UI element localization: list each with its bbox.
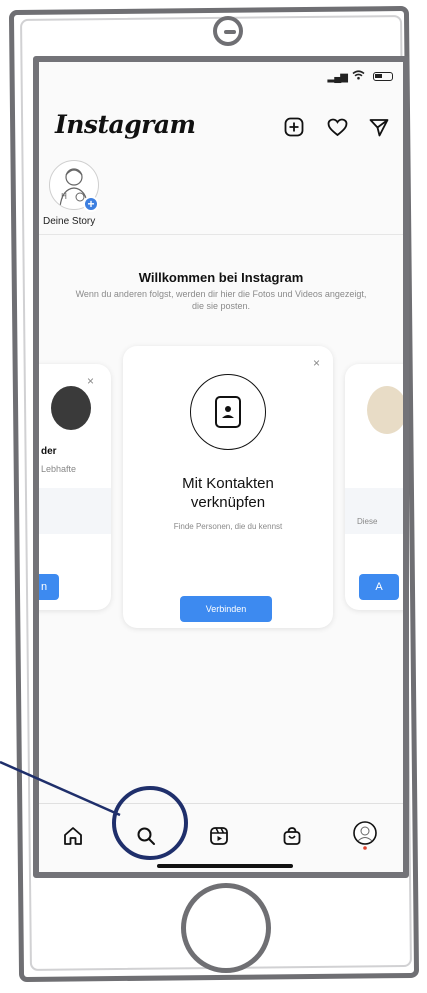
phone-screen: ▂▄▆ Instagram H + Deine Story Willkommen… bbox=[33, 56, 409, 878]
close-icon[interactable]: × bbox=[313, 356, 320, 370]
add-post-icon[interactable] bbox=[281, 114, 307, 140]
card-text-fragment: Diese bbox=[357, 517, 378, 526]
battery-icon bbox=[373, 72, 393, 81]
status-bar: ▂▄▆ bbox=[39, 62, 403, 96]
close-icon[interactable]: × bbox=[87, 374, 94, 388]
profile-avatar bbox=[51, 386, 91, 430]
profile-avatar bbox=[367, 386, 403, 434]
bottom-tab-bar bbox=[39, 803, 403, 872]
card-desc-fragment: Lebhafte bbox=[41, 464, 77, 474]
contacts-icon-circle bbox=[190, 374, 266, 450]
camera-icon bbox=[213, 16, 243, 46]
direct-message-icon[interactable] bbox=[366, 114, 392, 140]
welcome-section: Willkommen bei Instagram Wenn du anderen… bbox=[39, 270, 403, 312]
card-title: Mit Kontakten verknüpfen bbox=[123, 474, 333, 512]
svg-text:H: H bbox=[61, 192, 67, 201]
signal-icon: ▂▄▆ bbox=[327, 72, 348, 83]
stories-tray: H + Deine Story bbox=[39, 154, 403, 235]
app-header: Instagram bbox=[39, 96, 403, 154]
own-story-label: Deine Story bbox=[43, 216, 96, 227]
wifi-icon bbox=[352, 69, 365, 83]
search-icon[interactable] bbox=[132, 822, 160, 850]
card-action-button[interactable]: n bbox=[39, 574, 59, 600]
card-description: Finde Personen, die du kennst bbox=[173, 522, 283, 531]
home-button[interactable] bbox=[181, 883, 271, 973]
card-action-button[interactable]: A bbox=[359, 574, 399, 600]
profile-avatar[interactable] bbox=[351, 821, 379, 850]
contacts-card: × Mit Kontakten verknüpfen Finde Persone… bbox=[123, 346, 333, 628]
card-name-fragment: der bbox=[41, 446, 57, 457]
instagram-logo[interactable]: Instagram bbox=[55, 110, 196, 139]
card-title-line1: Mit Kontakten bbox=[182, 475, 274, 492]
suggestion-card-left[interactable]: × der Lebhafte n bbox=[39, 364, 111, 610]
home-indicator bbox=[157, 864, 293, 868]
home-icon[interactable] bbox=[59, 822, 87, 850]
welcome-subtitle: Wenn du anderen folgst, werden dir hier … bbox=[75, 289, 367, 311]
card-info-block bbox=[39, 488, 111, 534]
reels-icon[interactable] bbox=[205, 822, 233, 850]
card-info-block bbox=[345, 488, 403, 534]
welcome-title: Willkommen bei Instagram bbox=[138, 270, 304, 285]
suggestion-card-right[interactable]: Diese A bbox=[345, 364, 403, 610]
heart-icon[interactable] bbox=[324, 114, 350, 140]
contact-book-icon bbox=[215, 396, 241, 428]
card-title-line2: verknüpfen bbox=[190, 494, 266, 511]
connect-button[interactable]: Verbinden bbox=[180, 596, 272, 622]
add-story-plus-icon[interactable]: + bbox=[83, 196, 99, 212]
shop-icon[interactable] bbox=[278, 822, 306, 850]
